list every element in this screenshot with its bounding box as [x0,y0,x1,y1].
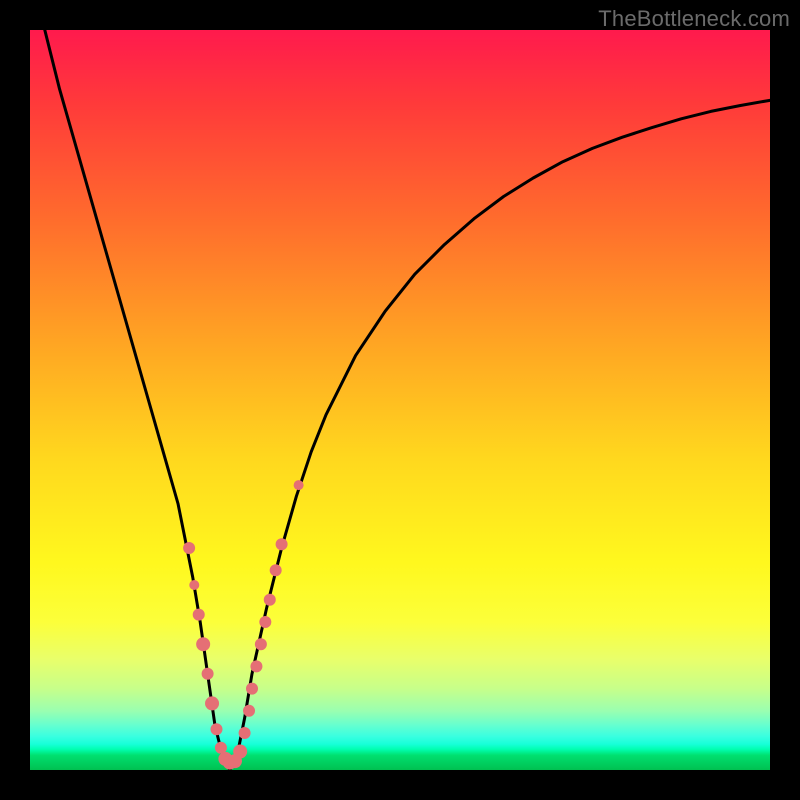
data-marker [210,723,222,735]
data-marker [193,609,205,621]
chart-svg [30,30,770,770]
data-marker [239,727,251,739]
plot-area [30,30,770,770]
data-marker [270,564,282,576]
data-marker [183,542,195,554]
data-marker [202,668,214,680]
data-marker [246,683,258,695]
watermark-text: TheBottleneck.com [598,6,790,32]
data-marker [294,480,304,490]
data-marker [233,745,247,759]
data-marker [259,616,271,628]
data-marker [243,705,255,717]
data-marker [189,580,199,590]
data-marker [276,538,288,550]
data-marker [250,660,262,672]
data-marker [255,638,267,650]
chart-frame: TheBottleneck.com [0,0,800,800]
data-marker [196,637,210,651]
data-marker [264,594,276,606]
data-marker [205,696,219,710]
bottleneck-curve [45,30,770,770]
